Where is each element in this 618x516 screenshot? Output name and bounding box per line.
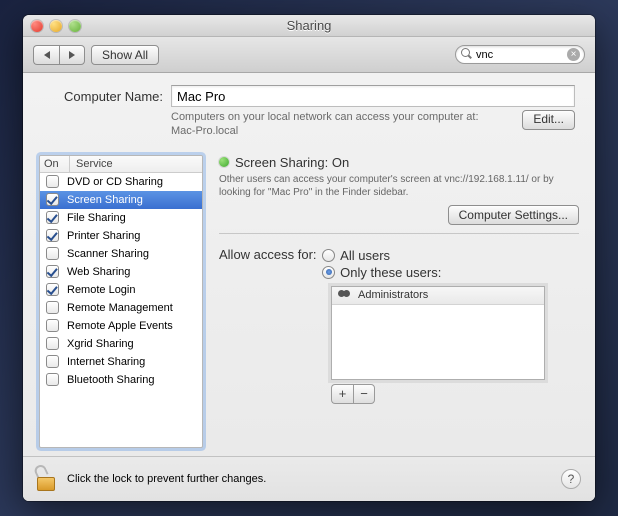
service-label: Remote Apple Events	[67, 320, 173, 332]
radio-only-users-label: Only these users:	[340, 265, 441, 280]
status-indicator-icon	[219, 157, 229, 167]
service-label: Printer Sharing	[67, 230, 140, 242]
computer-settings-button[interactable]: Computer Settings...	[448, 205, 579, 225]
service-label: File Sharing	[67, 212, 126, 224]
titlebar: Sharing	[23, 15, 595, 37]
user-entry: Administrators	[358, 289, 428, 301]
window-title: Sharing	[23, 18, 595, 33]
content-pane: Computer Name: Computers on your local n…	[23, 73, 595, 501]
minimize-icon[interactable]	[50, 20, 62, 32]
service-row[interactable]: Remote Login	[40, 281, 202, 299]
radio-only-users[interactable]	[322, 266, 335, 279]
chevron-right-icon	[69, 51, 75, 59]
lock-icon[interactable]	[37, 467, 57, 491]
service-row[interactable]: Web Sharing	[40, 263, 202, 281]
search-icon	[461, 48, 473, 60]
service-label: Remote Login	[67, 284, 136, 296]
service-row[interactable]: File Sharing	[40, 209, 202, 227]
zoom-icon[interactable]	[69, 20, 81, 32]
computer-name-label: Computer Name:	[43, 89, 163, 104]
status-description: Other users can access your computer's s…	[219, 173, 579, 199]
service-row[interactable]: Remote Apple Events	[40, 317, 202, 335]
service-checkbox[interactable]	[46, 265, 59, 278]
service-row[interactable]: DVD or CD Sharing	[40, 173, 202, 191]
close-icon[interactable]	[31, 20, 43, 32]
service-row[interactable]: Internet Sharing	[40, 353, 202, 371]
help-button[interactable]: ?	[561, 469, 581, 489]
status-text: Screen Sharing: On	[235, 155, 349, 170]
service-checkbox[interactable]	[46, 319, 59, 332]
computer-name-hint: Computers on your local network can acce…	[171, 110, 522, 139]
chevron-left-icon	[44, 51, 50, 59]
service-label: Screen Sharing	[67, 194, 143, 206]
service-row[interactable]: Screen Sharing	[40, 191, 202, 209]
preferences-window: Sharing Show All × Computer Name: Comput…	[23, 15, 595, 501]
users-list[interactable]: Administrators	[331, 286, 545, 380]
clear-search-icon[interactable]: ×	[567, 48, 580, 61]
service-label: Internet Sharing	[67, 356, 145, 368]
allow-access-label: Allow access for:	[219, 246, 317, 264]
remove-user-button[interactable]: −	[353, 384, 375, 404]
services-table: On Service DVD or CD Sharing Screen Shari…	[39, 155, 203, 448]
radio-all-users[interactable]	[322, 249, 335, 262]
radio-all-users-label: All users	[340, 248, 390, 263]
service-checkbox[interactable]	[46, 283, 59, 296]
service-label: Remote Management	[67, 302, 173, 314]
service-label: Xgrid Sharing	[67, 338, 134, 350]
lock-text: Click the lock to prevent further change…	[67, 473, 266, 485]
service-row[interactable]: Bluetooth Sharing	[40, 371, 202, 389]
service-checkbox[interactable]	[46, 355, 59, 368]
forward-button[interactable]	[59, 45, 85, 65]
search-input[interactable]	[455, 45, 585, 64]
service-checkbox[interactable]	[46, 193, 59, 206]
show-all-button[interactable]: Show All	[91, 45, 159, 65]
footer: Click the lock to prevent further change…	[23, 456, 595, 501]
service-row[interactable]: Printer Sharing	[40, 227, 202, 245]
service-checkbox[interactable]	[46, 229, 59, 242]
computer-name-input[interactable]	[171, 85, 575, 107]
service-label: Web Sharing	[67, 266, 130, 278]
edit-button[interactable]: Edit...	[522, 110, 575, 130]
service-row[interactable]: Xgrid Sharing	[40, 335, 202, 353]
add-user-button[interactable]: +	[331, 384, 353, 404]
service-checkbox[interactable]	[46, 301, 59, 314]
column-on[interactable]: On	[40, 156, 70, 172]
service-checkbox[interactable]	[46, 211, 59, 224]
service-checkbox[interactable]	[46, 337, 59, 350]
group-icon	[338, 290, 352, 300]
service-label: Bluetooth Sharing	[67, 374, 154, 386]
back-button[interactable]	[33, 45, 59, 65]
divider	[219, 233, 579, 234]
service-row[interactable]: Remote Management	[40, 299, 202, 317]
service-label: Scanner Sharing	[67, 248, 149, 260]
nav-segment	[33, 45, 85, 65]
service-checkbox[interactable]	[46, 373, 59, 386]
column-service[interactable]: Service	[70, 156, 202, 172]
service-checkbox[interactable]	[46, 247, 59, 260]
toolbar: Show All ×	[23, 37, 595, 73]
service-checkbox[interactable]	[46, 175, 59, 188]
service-row[interactable]: Scanner Sharing	[40, 245, 202, 263]
service-label: DVD or CD Sharing	[67, 176, 163, 188]
